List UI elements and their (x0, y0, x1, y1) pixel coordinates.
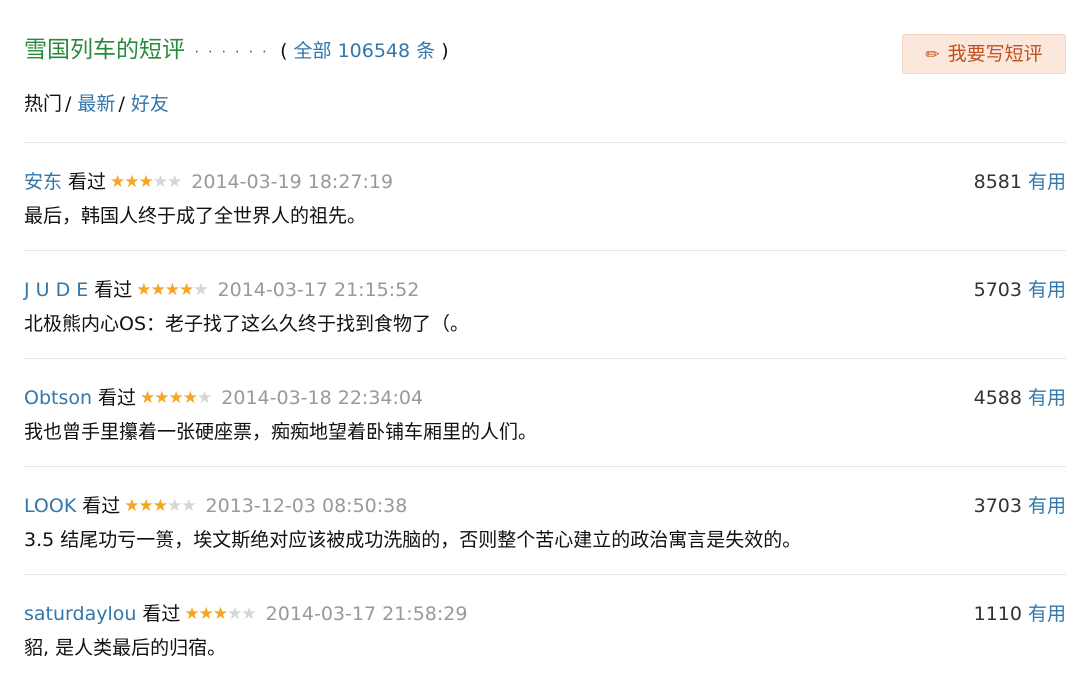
comment-user-link[interactable]: saturdaylou (24, 603, 136, 625)
comment-info: LOOK 看过 ★★★★★ 2013-12-03 08:50:38 (24, 493, 407, 519)
useful-button[interactable]: 有用 (1028, 279, 1066, 301)
comment-info: saturdaylou 看过 ★★★★★ 2014-03-17 21:58:29 (24, 601, 467, 627)
useful-button[interactable]: 有用 (1028, 171, 1066, 193)
all-comments-link[interactable]: 全部 106548 条 (294, 40, 436, 62)
star-filled-icon: ★ (110, 172, 125, 192)
useful-button[interactable]: 有用 (1028, 603, 1066, 625)
star-empty-icon: ★ (167, 496, 182, 516)
star-empty-icon: ★ (193, 280, 208, 300)
star-filled-icon: ★ (154, 388, 169, 408)
comment-user-link[interactable]: J U D E (24, 279, 88, 301)
watched-label: 看过 (98, 387, 137, 409)
star-filled-icon: ★ (138, 496, 154, 516)
vote-count: 5703 (973, 279, 1022, 301)
rating-stars: ★★★★★ (140, 385, 212, 411)
comment-text: 3.5 结尾功亏一篑，埃文斯绝对应该被成功洗脑的，否则整个苦心建立的政治寓言是失… (24, 529, 802, 551)
tab-latest[interactable]: 最新 (77, 93, 115, 115)
star-filled-icon: ★ (184, 604, 199, 624)
comment-item: J U D E 看过 ★★★★★ 2014-03-17 21:15:52 5703 有用… (24, 250, 1066, 358)
comments-header: 雪国列车的短评 · · · · · · ( 全部 106548 条 ) ✏ 我要写… (24, 34, 1066, 74)
star-empty-icon: ★ (227, 604, 242, 624)
comment-user-link[interactable]: 安东 (24, 171, 62, 193)
star-filled-icon: ★ (136, 280, 151, 300)
comment-votes: 3703 有用 (974, 493, 1066, 519)
star-filled-icon: ★ (152, 496, 168, 516)
watched-label: 看过 (82, 495, 121, 517)
comment-item: saturdaylou 看过 ★★★★★ 2014-03-17 21:58:29 11… (24, 574, 1066, 682)
comment-text: 貂, 是人类最后的归宿。 (24, 637, 227, 659)
comment-user-link[interactable]: LOOK (24, 495, 76, 517)
write-comment-label: 我要写短评 (947, 43, 1043, 65)
comment-text: 北极熊内心OS：老子找了这么久终于找到食物了（。 (24, 313, 470, 335)
watched-label: 看过 (94, 279, 133, 301)
star-filled-icon: ★ (150, 280, 166, 300)
vote-count: 3703 (973, 495, 1022, 517)
comment-info: Obtson 看过 ★★★★★ 2014-03-18 22:34:04 (24, 385, 423, 411)
title-dots: · · · · · · (194, 43, 269, 61)
comment-info: 安东 看过 ★★★★★ 2014-03-19 18:27:19 (24, 169, 393, 195)
comment-time: 2013-12-03 08:50:38 (205, 495, 408, 517)
write-comment-button[interactable]: ✏ 我要写短评 (902, 34, 1066, 74)
page-title: 雪国列车的短评 · · · · · · ( 全部 106548 条 ) (24, 34, 449, 68)
useful-button[interactable]: 有用 (1028, 387, 1066, 409)
star-empty-icon: ★ (181, 496, 196, 516)
star-filled-icon: ★ (124, 172, 139, 192)
pencil-icon: ✏ (925, 45, 940, 65)
star-empty-icon: ★ (167, 172, 182, 192)
star-filled-icon: ★ (164, 280, 180, 300)
count-open-paren: ( (280, 40, 294, 62)
rating-stars: ★★★★★ (184, 601, 256, 627)
tab-separator: / (65, 93, 72, 115)
comment-sort-tabs: 热门 / 最新 / 好友 (24, 90, 169, 118)
watched-label: 看过 (68, 171, 107, 193)
star-filled-icon: ★ (179, 280, 194, 300)
tab-separator: / (118, 93, 125, 115)
comment-item: LOOK 看过 ★★★★★ 2013-12-03 08:50:38 3703 有用 3.… (24, 466, 1066, 574)
useful-button[interactable]: 有用 (1028, 495, 1066, 517)
tab-hot[interactable]: 热门 (24, 93, 62, 115)
comment-text: 我也曾手里攥着一张硬座票，痴痴地望着卧铺车厢里的人们。 (24, 421, 538, 443)
star-empty-icon: ★ (197, 388, 212, 408)
vote-count: 4588 (973, 387, 1022, 409)
rating-stars: ★★★★★ (124, 493, 196, 519)
short-comments-page: 雪国列车的短评 · · · · · · ( 全部 106548 条 ) ✏ 我要写… (0, 0, 1080, 672)
vote-count: 1110 (973, 603, 1022, 625)
comment-item: 安东 看过 ★★★★★ 2014-03-19 18:27:19 8581 有用 最后，韩… (24, 142, 1066, 250)
star-filled-icon: ★ (182, 388, 198, 408)
star-filled-icon: ★ (212, 604, 228, 624)
comment-info: J U D E 看过 ★★★★★ 2014-03-17 21:15:52 (24, 277, 419, 303)
star-filled-icon: ★ (198, 604, 214, 624)
comment-votes: 4588 有用 (974, 385, 1066, 411)
comment-list: 安东 看过 ★★★★★ 2014-03-19 18:27:19 8581 有用 最后，韩… (24, 142, 1066, 682)
comment-user-link[interactable]: Obtson (24, 387, 92, 409)
rating-stars: ★★★★★ (110, 169, 182, 195)
movie-comments-title: 雪国列车的短评 (24, 37, 185, 63)
comment-time: 2014-03-17 21:58:29 (265, 603, 468, 625)
comment-item: Obtson 看过 ★★★★★ 2014-03-18 22:34:04 4588 有用 … (24, 358, 1066, 466)
star-filled-icon: ★ (138, 172, 154, 192)
all-comments-count[interactable]: ( 全部 106548 条 ) (280, 40, 449, 62)
star-filled-icon: ★ (124, 496, 139, 516)
comment-votes: 1110 有用 (974, 601, 1066, 627)
comment-time: 2014-03-19 18:27:19 (191, 171, 394, 193)
comment-time: 2014-03-18 22:34:04 (221, 387, 424, 409)
star-empty-icon: ★ (152, 172, 168, 192)
star-filled-icon: ★ (140, 388, 155, 408)
comment-votes: 5703 有用 (974, 277, 1066, 303)
rating-stars: ★★★★★ (136, 277, 208, 303)
watched-label: 看过 (142, 603, 181, 625)
vote-count: 8581 (973, 171, 1022, 193)
star-empty-icon: ★ (241, 604, 256, 624)
comment-votes: 8581 有用 (974, 169, 1066, 195)
star-filled-icon: ★ (168, 388, 184, 408)
comment-text: 最后，韩国人终于成了全世界人的祖先。 (24, 205, 367, 227)
tab-friends[interactable]: 好友 (131, 93, 169, 115)
count-close-paren: ) (441, 40, 449, 62)
comment-time: 2014-03-17 21:15:52 (217, 279, 420, 301)
